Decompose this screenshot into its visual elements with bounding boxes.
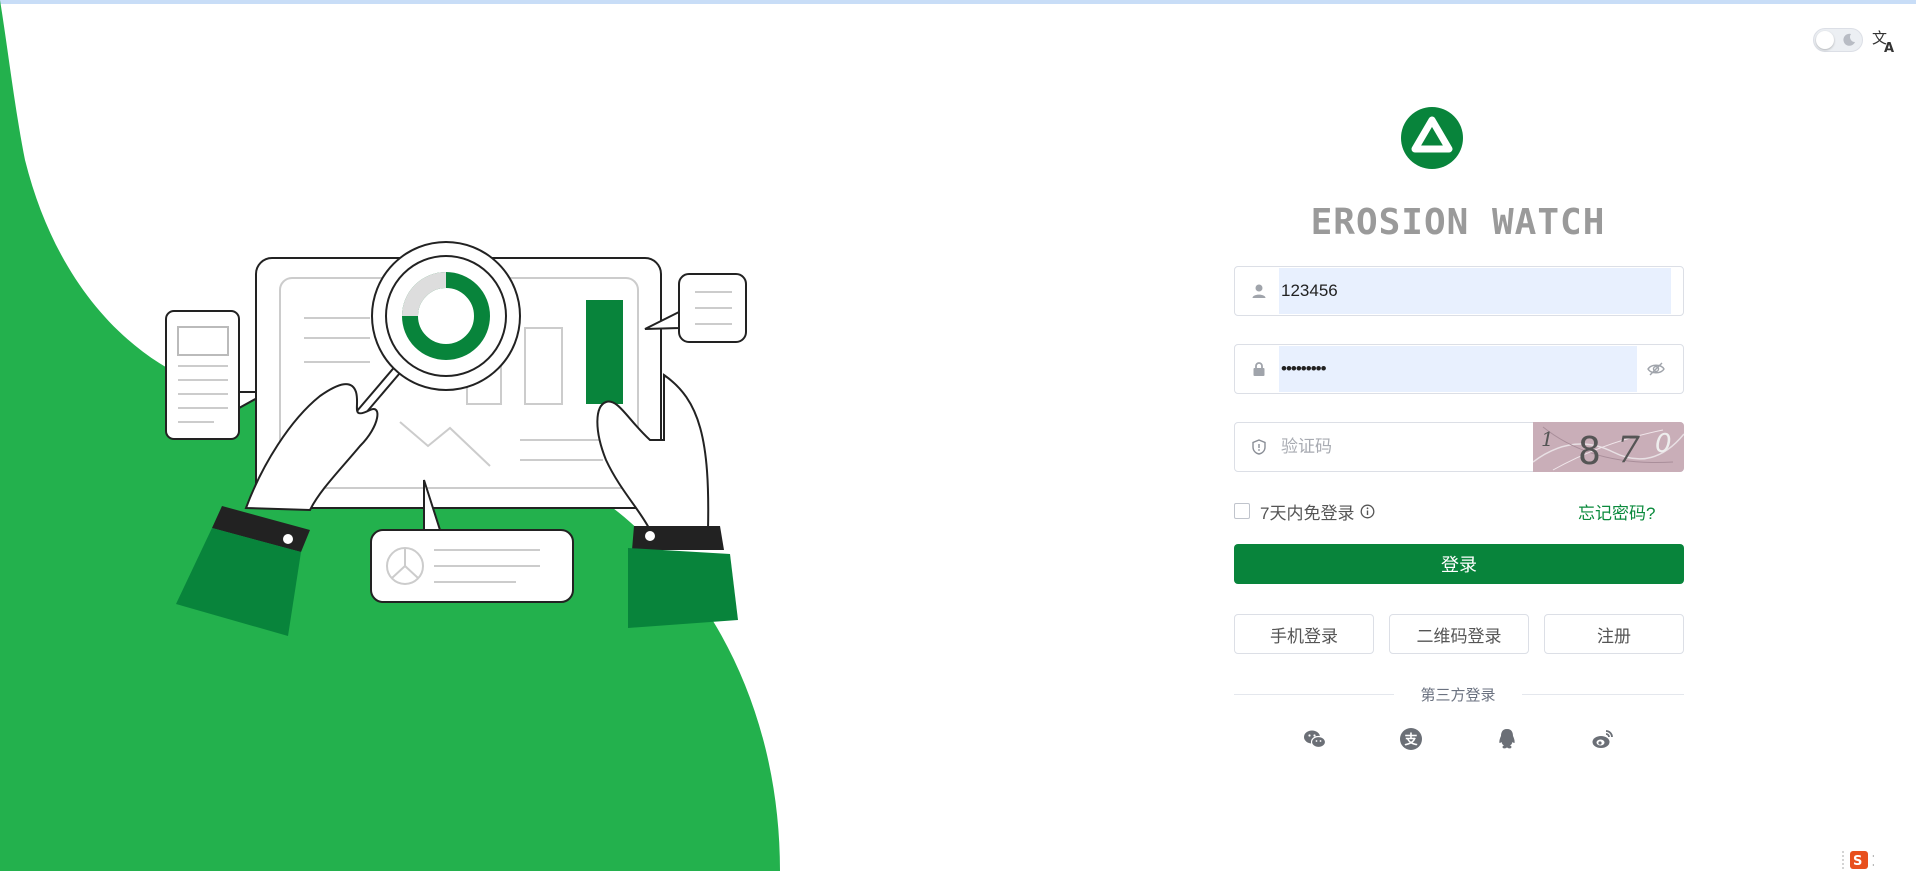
ime-widget[interactable]: S · · (1842, 849, 1908, 871)
wechat-icon[interactable] (1303, 727, 1327, 751)
register-button[interactable]: 注册 (1544, 614, 1684, 654)
toggle-knob (1816, 31, 1834, 49)
divider-left (1234, 694, 1394, 695)
divider-right (1522, 694, 1684, 695)
third-party-label: 第三方登录 (1420, 687, 1496, 704)
svg-text:8: 8 (1578, 429, 1601, 472)
alipay-icon[interactable]: 支 (1399, 727, 1423, 751)
password-input[interactable] (1279, 346, 1621, 392)
svg-text:7: 7 (1617, 430, 1640, 471)
svg-text:·: · (1872, 861, 1875, 870)
svg-text:A: A (1884, 41, 1894, 54)
qrcode-login-button[interactable]: 二维码登录 (1389, 614, 1529, 654)
weibo-icon[interactable] (1591, 727, 1615, 751)
user-icon (1252, 284, 1266, 298)
captcha-image[interactable]: 1 8 7 0 (1533, 422, 1684, 472)
svg-text:1: 1 (1541, 427, 1554, 451)
shield-icon (1252, 439, 1266, 455)
app-title: EROSION WATCH (1310, 202, 1606, 243)
captcha-input[interactable] (1279, 424, 1521, 470)
password-field[interactable] (1234, 344, 1684, 394)
svg-text:0: 0 (1655, 429, 1672, 459)
dashboard-illustration (165, 241, 747, 636)
svg-text:支: 支 (1404, 732, 1419, 748)
translate-icon[interactable]: 文 A (1871, 28, 1897, 54)
theme-toggle[interactable] (1813, 28, 1863, 52)
qq-icon[interactable] (1495, 727, 1519, 751)
document-bubble (165, 310, 269, 440)
phone-login-button[interactable]: 手机登录 (1234, 614, 1374, 654)
remember-me: 7天内免登录 (1234, 499, 1375, 524)
svg-text:S: S (1853, 854, 1862, 869)
remember-checkbox[interactable] (1234, 503, 1250, 519)
moon-icon (1843, 33, 1855, 46)
username-input[interactable] (1279, 268, 1671, 314)
eye-off-icon[interactable] (1647, 361, 1665, 377)
remember-label[interactable]: 7天内免登录 (1260, 499, 1354, 524)
forgot-password-link[interactable]: 忘记密码? (1578, 499, 1655, 524)
triangle-logo-icon (1401, 107, 1463, 169)
lock-icon (1253, 362, 1265, 376)
svg-text:·: · (1872, 852, 1875, 861)
info-icon[interactable] (1360, 504, 1375, 519)
captcha-field[interactable]: 1 8 7 0 (1234, 422, 1684, 472)
username-field[interactable] (1234, 266, 1684, 316)
login-button[interactable]: 登录 (1234, 544, 1684, 584)
